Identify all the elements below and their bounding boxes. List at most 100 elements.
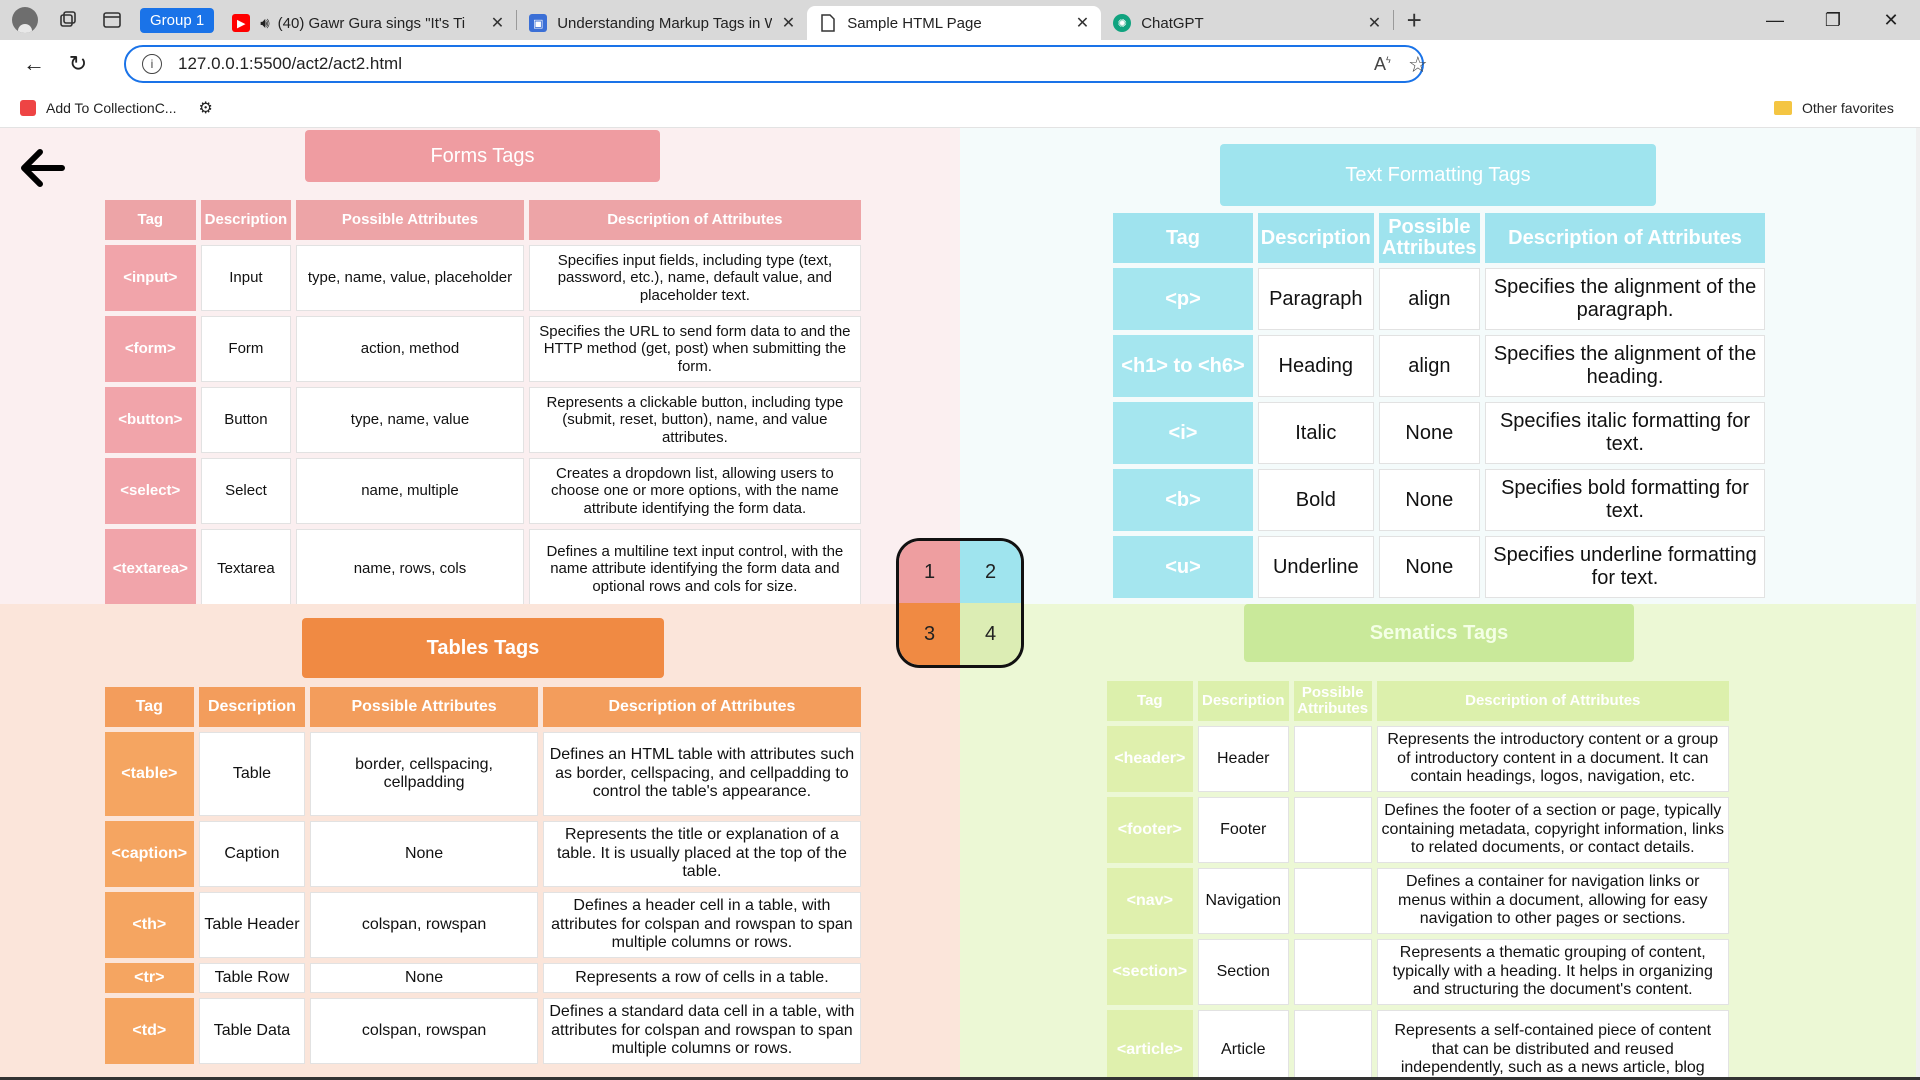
page-scrollbar[interactable] [1916, 128, 1920, 1080]
url-field[interactable]: i 127.0.0.1:5500/act2/act2.html Aϟ ☆ [124, 45, 1428, 83]
table-row: <table> Table border, cellspacing, cellp… [105, 732, 861, 816]
table-row: <textarea> Textarea name, rows, cols Def… [105, 529, 861, 609]
attributes-cell: None [1378, 536, 1481, 598]
tab-markup-tags[interactable]: ▣ Understanding Markup Tags in W ✕ [517, 6, 807, 40]
attributes-cell: None [310, 821, 538, 887]
col-header: Description [1197, 681, 1289, 721]
favorites-bar: Add To CollectionC... ⚙ Other favorites [0, 88, 1920, 128]
tag-cell: <footer> [1107, 797, 1193, 863]
tag-cell: <p> [1113, 268, 1253, 330]
table-row: <i> Italic None Specifies italic formatt… [1113, 402, 1765, 464]
attributes-cell [1293, 939, 1372, 1005]
attr-description-cell: Defines a standard data cell in a table,… [542, 998, 861, 1064]
quadrant-nav-1[interactable]: 1 [899, 541, 960, 603]
youtube-icon: ▶ [232, 14, 251, 32]
tag-cell: <form> [105, 316, 196, 382]
table-row: <tr> Table Row None Represents a row of … [105, 963, 861, 993]
quadrant-semantics: Sematics Tags Tag Description Possible A… [960, 604, 1920, 1080]
close-tab-icon[interactable]: ✕ [1368, 13, 1381, 33]
tag-cell: <th> [105, 892, 194, 958]
workspaces-icon[interactable] [46, 0, 90, 40]
tab-title: Understanding Markup Tags in W [557, 14, 772, 32]
back-icon[interactable]: ← [12, 42, 56, 86]
tables-heading: Tables Tags [302, 618, 664, 678]
table-row: <td> Table Data colspan, rowspan Defines… [105, 998, 861, 1064]
col-header: Description of Attributes [542, 687, 861, 727]
speaker-icon[interactable]: 🔊︎ [260, 15, 269, 32]
col-header: Possible Attributes [1378, 213, 1481, 263]
refresh-icon[interactable]: ↻ [56, 42, 100, 86]
quadrant-text-formatting: Text Formatting Tags Tag Description Pos… [960, 128, 1920, 604]
attr-description-cell: Defines a multiline text input control, … [528, 529, 861, 609]
attributes-cell: align [1378, 335, 1481, 397]
info-icon[interactable]: i [142, 54, 162, 74]
attributes-cell: None [1378, 469, 1481, 531]
quadrant-nav-2[interactable]: 2 [960, 541, 1021, 603]
read-aloud-icon[interactable]: Aϟ [1374, 54, 1391, 75]
table-row: <section> Section Represents a thematic … [1107, 939, 1729, 1005]
description-cell: Input [200, 245, 292, 311]
tag-cell: <nav> [1107, 868, 1193, 934]
attributes-cell: type, name, value [296, 387, 524, 453]
favorite-star-icon[interactable]: ☆ [1408, 52, 1428, 78]
tables-table: Tag Description Possible Attributes Desc… [100, 682, 866, 1069]
col-header: Possible Attributes [296, 200, 524, 240]
col-header: Description of Attributes [1485, 213, 1765, 263]
tab-title: Sample HTML Page [847, 14, 982, 32]
col-header: Tag [1107, 681, 1193, 721]
new-tab-button[interactable]: + [1394, 0, 1434, 40]
close-window-icon[interactable]: ✕ [1864, 0, 1918, 40]
attr-description-cell: Defines the footer of a section or page,… [1376, 797, 1729, 863]
maximize-icon[interactable]: ❐ [1806, 0, 1860, 40]
attributes-cell: align [1378, 268, 1481, 330]
close-tab-icon[interactable]: ✕ [782, 13, 795, 33]
description-cell: Form [200, 316, 292, 382]
bot-icon[interactable]: ⚙ [198, 98, 212, 118]
other-favorites-link[interactable]: Other favorites [1802, 100, 1894, 116]
attr-description-cell: Specifies the URL to send form data to a… [528, 316, 861, 382]
attributes-cell: name, multiple [296, 458, 524, 524]
description-cell: Section [1197, 939, 1289, 1005]
favorite-link[interactable]: Add To CollectionC... [46, 100, 176, 116]
attributes-cell: border, cellspacing, cellpadding [310, 732, 538, 816]
attributes-cell: None [310, 963, 538, 993]
tab-sample-html[interactable]: Sample HTML Page ✕ [807, 6, 1102, 40]
back-arrow-icon[interactable] [18, 146, 68, 190]
tag-cell: <header> [1107, 726, 1193, 792]
tab-chatgpt[interactable]: ✺ ChatGPT ✕ [1101, 6, 1393, 40]
attr-description-cell: Specifies bold formatting for text. [1485, 469, 1765, 531]
attr-description-cell: Represents a thematic grouping of conten… [1376, 939, 1729, 1005]
tag-cell: <select> [105, 458, 196, 524]
description-cell: Table Row [198, 963, 306, 993]
table-row: <b> Bold None Specifies bold formatting … [1113, 469, 1765, 531]
tab-group-chip[interactable]: Group 1 [140, 7, 215, 33]
forms-heading: Forms Tags [305, 130, 660, 182]
attributes-cell: name, rows, cols [296, 529, 524, 609]
col-header: Description [1257, 213, 1374, 263]
quadrant-nav-4[interactable]: 4 [960, 603, 1021, 665]
close-tab-icon[interactable]: ✕ [1076, 13, 1089, 33]
tab-actions-icon[interactable] [90, 0, 134, 40]
col-header: Description [200, 200, 292, 240]
attributes-cell: None [1378, 402, 1481, 464]
minimize-icon[interactable]: — [1748, 0, 1802, 40]
url-text[interactable]: 127.0.0.1:5500/act2/act2.html [178, 54, 402, 74]
description-cell: Table Header [198, 892, 306, 958]
attr-description-cell: Represents a row of cells in a table. [542, 963, 861, 993]
attr-description-cell: Defines a header cell in a table, with a… [542, 892, 861, 958]
attributes-cell [1293, 726, 1372, 792]
tab-youtube[interactable]: ▶ 🔊︎ (40) Gawr Gura sings "It's Ti ✕ [220, 6, 516, 40]
description-cell: Article [1197, 1010, 1289, 1080]
attr-description-cell: Represents the title or explanation of a… [542, 821, 861, 887]
quadrant-nav-3[interactable]: 3 [899, 603, 960, 665]
profile-icon[interactable] [12, 7, 38, 33]
close-tab-icon[interactable]: ✕ [491, 13, 504, 33]
page-icon [819, 14, 837, 32]
attr-description-cell: Defines a container for navigation links… [1376, 868, 1729, 934]
attr-description-cell: Creates a dropdown list, allowing users … [528, 458, 861, 524]
description-cell: Table [198, 732, 306, 816]
table-row: <article> Article Represents a self-cont… [1107, 1010, 1729, 1080]
attributes-cell: colspan, rowspan [310, 892, 538, 958]
table-row: <p> Paragraph align Specifies the alignm… [1113, 268, 1765, 330]
forms-table: Tag Description Possible Attributes Desc… [100, 195, 866, 614]
